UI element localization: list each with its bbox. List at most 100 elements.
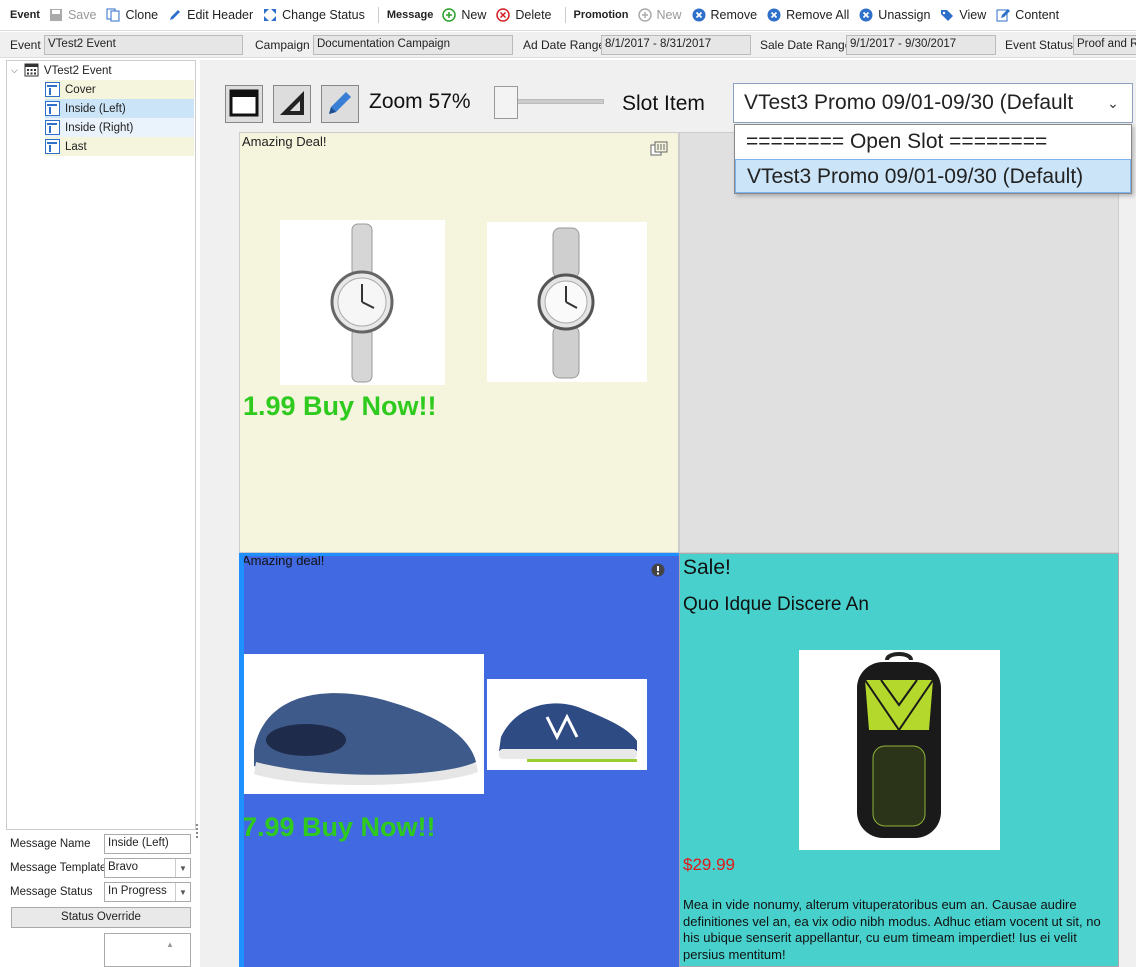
product-image-watch-1: [280, 220, 445, 385]
dropdown-arrow-icon[interactable]: ▼: [175, 859, 190, 877]
page-layout-icon: [45, 82, 60, 97]
campaign-label: Campaign: [255, 38, 310, 52]
set-square-icon: [277, 88, 307, 121]
scroll-up-arrow-icon[interactable]: ▲: [166, 940, 174, 949]
sale-date-range-field[interactable]: 9/1/2017 - 9/30/2017: [846, 35, 996, 55]
delete-message-button[interactable]: Delete: [495, 7, 552, 23]
edit-content-button[interactable]: [321, 85, 359, 123]
calendar-icon: [24, 62, 39, 80]
clone-icon: [105, 7, 121, 23]
remove-circle-icon: [858, 7, 874, 23]
product-image-backpack: [799, 650, 1000, 850]
toolbar-divider: [564, 7, 566, 23]
slot-panel-backpack[interactable]: Sale! Quo Idque Discere An $29.99 Mea in…: [679, 553, 1119, 967]
tree-root-label: VTest2 Event: [43, 64, 112, 77]
message-status-label: Message Status: [10, 886, 93, 898]
remove-button[interactable]: Remove: [691, 7, 757, 23]
new-promotion-button[interactable]: New: [637, 7, 682, 23]
page-layout-icon: [45, 120, 60, 135]
tree-item-inside-right[interactable]: Inside (Right): [45, 118, 194, 137]
view-button[interactable]: View: [939, 7, 986, 23]
window-icon: [229, 88, 259, 121]
save-button[interactable]: Save: [48, 7, 96, 23]
remove-all-button[interactable]: Remove All: [766, 7, 849, 23]
campaign-field[interactable]: Documentation Campaign: [313, 35, 513, 55]
message-name-label: Message Name: [10, 838, 91, 850]
remove-circle-icon: [766, 7, 782, 23]
event-field[interactable]: VTest2 Event: [44, 35, 243, 55]
new-message-button[interactable]: New: [441, 7, 486, 23]
product-description: Mea in vide nonumy, alterum vituperatori…: [683, 897, 1101, 962]
dropdown-option-open-slot[interactable]: ======== Open Slot ========: [735, 125, 1131, 159]
event-status-label: Event Status: [1005, 38, 1074, 52]
edit-document-icon: [995, 7, 1011, 23]
product-image-shoe-1: [244, 654, 484, 794]
zoom-slider-thumb[interactable]: [494, 86, 518, 119]
chevron-down-icon[interactable]: ⌄: [1094, 84, 1132, 122]
page-layout-icon: [45, 101, 60, 116]
dropdown-option-vtest3-promo[interactable]: VTest3 Promo 09/01-09/30 (Default): [735, 159, 1131, 193]
expand-arrows-icon: [262, 7, 278, 23]
panel-heading: Amazing Deal!: [242, 134, 327, 149]
change-status-button[interactable]: Change Status: [262, 7, 365, 23]
event-group-label: Event: [10, 9, 40, 21]
buy-now-cta: 1.99 Buy Now!!: [243, 391, 437, 421]
tree-root-event[interactable]: ⌵ VTest2 Event: [11, 61, 112, 80]
toolbar-divider: [377, 7, 379, 23]
event-tree-panel: ⌵ VTest2 Event Cover Inside (Left) Insid…: [6, 60, 196, 830]
ad-date-range-label: Ad Date Range: [523, 38, 606, 52]
warning-icon[interactable]: [651, 563, 665, 580]
message-preview-area: Zoom 57% Slot Item VTest3 Promo 09/01-09…: [200, 60, 1136, 967]
page-canvas: Amazing Deal! 1.99 Buy Now!! Amazing dea…: [239, 132, 1119, 967]
collapse-chevron-icon[interactable]: ⌵: [11, 65, 18, 76]
slot-item-select[interactable]: VTest3 Promo 09/01-09/30 (Default ⌄: [733, 83, 1133, 123]
gallery-icon[interactable]: [650, 141, 668, 160]
content-button[interactable]: Content: [995, 7, 1059, 23]
edit-header-button[interactable]: Edit Header: [167, 7, 253, 23]
slot-panel-empty[interactable]: [679, 132, 1119, 553]
crop-tool-button[interactable]: [273, 85, 311, 123]
sale-date-range-label: Sale Date Range: [760, 38, 852, 52]
product-price: $29.99: [683, 855, 735, 874]
pencil-icon: [167, 7, 183, 23]
unassign-button[interactable]: Unassign: [858, 7, 930, 23]
message-group-label: Message: [386, 9, 434, 21]
delete-circle-icon: [495, 7, 511, 23]
buy-now-cta: 7.99 Buy Now!!: [242, 812, 436, 842]
tree-item-cover[interactable]: Cover: [45, 80, 194, 99]
dropdown-arrow-icon[interactable]: ▼: [175, 883, 190, 901]
remove-circle-icon: [691, 7, 707, 23]
zoom-label: Zoom 57%: [369, 90, 471, 113]
message-template-label: Message Template: [10, 862, 107, 874]
tag-icon: [939, 7, 955, 23]
product-image-shoe-2: [487, 679, 647, 770]
product-image-watch-2: [487, 222, 647, 382]
status-override-button[interactable]: Status Override: [11, 907, 191, 928]
panel-subheading: Quo Idque Discere An: [683, 594, 869, 615]
tree-item-last[interactable]: Last: [45, 137, 194, 156]
message-name-field[interactable]: Inside (Left): [104, 834, 191, 854]
save-icon: [48, 7, 64, 23]
slot-item-dropdown-list: ======== Open Slot ======== VTest3 Promo…: [734, 124, 1132, 194]
clone-button[interactable]: Clone: [105, 7, 158, 23]
panel-heading: Amazing deal!: [242, 553, 325, 568]
slot-panel-watches[interactable]: Amazing Deal! 1.99 Buy Now!!: [239, 132, 679, 553]
promotion-group-label: Promotion: [573, 9, 629, 21]
notes-textarea[interactable]: [104, 933, 191, 967]
panel-heading: Sale!: [683, 556, 731, 579]
slot-panel-shoes[interactable]: Amazing deal! 7.99 Buy Now!!: [239, 553, 679, 967]
event-status-field[interactable]: Proof and Re: [1073, 35, 1136, 55]
main-toolbar: Event Save Clone Edit Header Change Stat…: [0, 0, 1136, 31]
ad-date-range-field[interactable]: 8/1/2017 - 8/31/2017: [601, 35, 751, 55]
layout-view-button[interactable]: [225, 85, 263, 123]
splitter-grip[interactable]: [196, 824, 199, 838]
event-header-bar: Event VTest2 Event Campaign Documentatio…: [0, 32, 1136, 58]
pencil-icon: [325, 88, 355, 121]
add-circle-icon: [441, 7, 457, 23]
tree-item-inside-left[interactable]: Inside (Left): [45, 99, 194, 118]
message-template-select[interactable]: Bravo ▼: [104, 858, 191, 878]
page-layout-icon: [45, 139, 60, 154]
slot-item-label: Slot Item: [622, 92, 705, 115]
message-status-select[interactable]: In Progress ▼: [104, 882, 191, 902]
add-circle-icon: [637, 7, 653, 23]
